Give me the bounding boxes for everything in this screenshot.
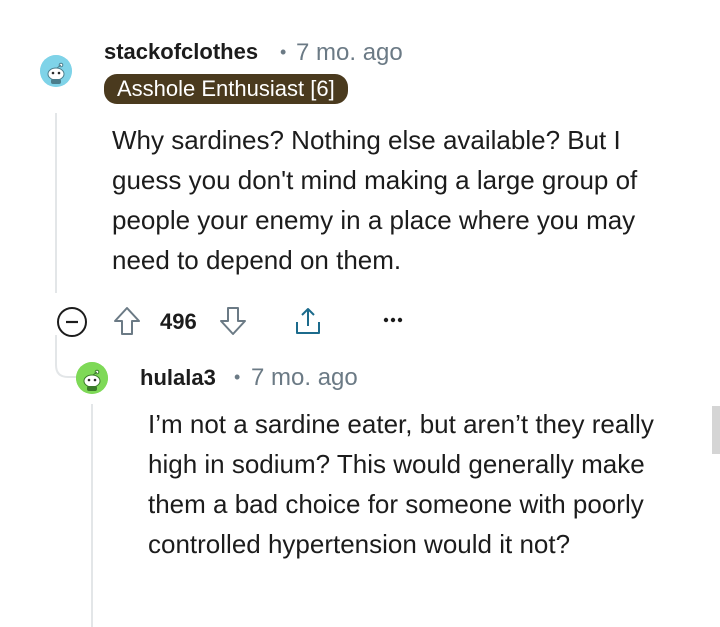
scrollbar[interactable] [712, 406, 720, 454]
comment-timestamp[interactable]: 7 mo. ago [296, 39, 403, 67]
comment-body: Why sardines? Nothing else available? Bu… [112, 125, 638, 275]
snoo-avatar-icon [40, 55, 72, 87]
avatar[interactable] [40, 55, 72, 87]
separator-dot: • [280, 42, 287, 62]
more-options-button[interactable] [380, 310, 406, 330]
reply-thread-line[interactable] [91, 404, 93, 627]
share-button[interactable] [290, 304, 326, 338]
separator-dot: • [234, 367, 241, 387]
share-icon [296, 308, 320, 334]
thread-line[interactable] [55, 113, 57, 293]
reply-body: I’m not a sardine eater, but aren’t they… [148, 409, 654, 559]
vote-score: 496 [160, 309, 197, 334]
collapse-button[interactable] [56, 306, 88, 338]
arrow-down-icon [220, 307, 246, 335]
comment-username[interactable]: stackofclothes [104, 39, 258, 65]
minus-circle-icon [57, 307, 87, 337]
reply-username[interactable]: hulala3 [140, 365, 216, 391]
downvote-button[interactable] [216, 304, 250, 338]
reply-avatar[interactable] [76, 362, 108, 394]
upvote-button[interactable] [110, 304, 144, 338]
arrow-up-icon [114, 307, 140, 335]
more-icon [383, 317, 403, 323]
user-flair: Asshole Enthusiast [6] [104, 74, 348, 104]
reply-timestamp[interactable]: 7 mo. ago [251, 364, 358, 392]
snoo-avatar-icon [76, 362, 108, 394]
